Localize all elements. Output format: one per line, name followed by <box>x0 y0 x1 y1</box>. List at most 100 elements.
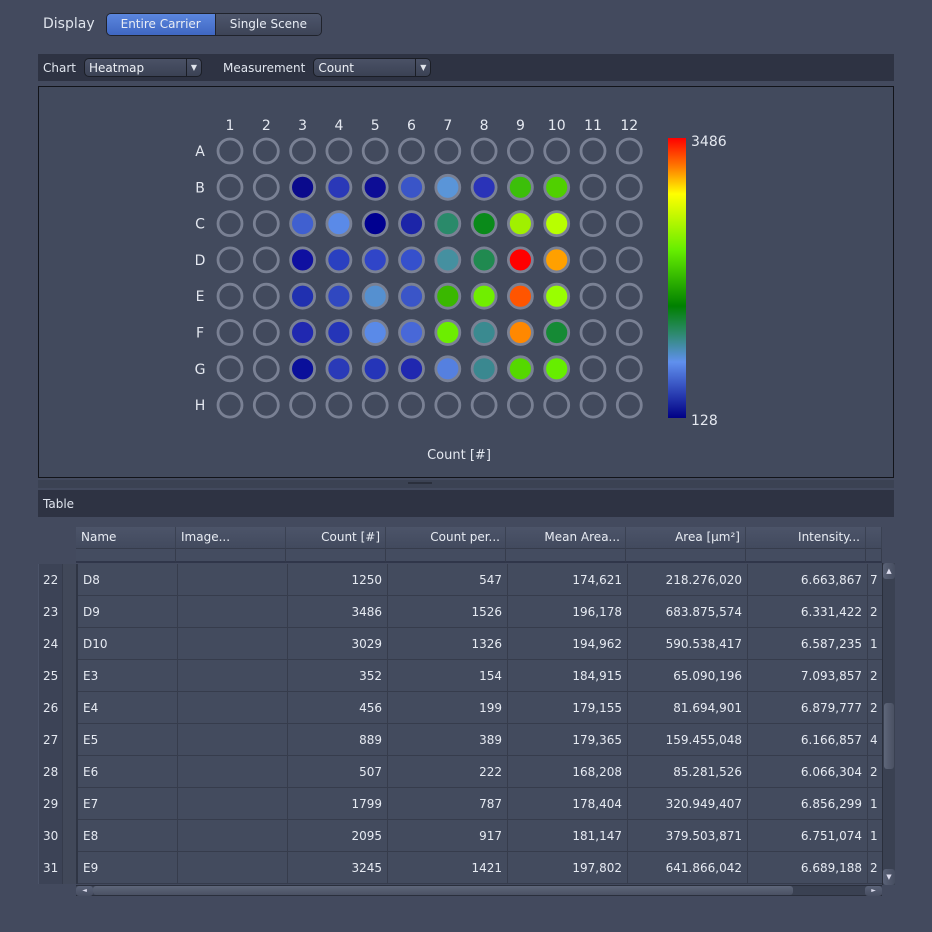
well-G1[interactable] <box>216 355 244 383</box>
well-C8[interactable] <box>470 210 498 238</box>
well-E5[interactable] <box>361 282 389 310</box>
well-E11[interactable] <box>579 282 607 310</box>
well-F7[interactable] <box>434 319 462 346</box>
row-selector[interactable] <box>62 692 78 724</box>
row-number[interactable]: 30 <box>38 820 62 852</box>
well-B1[interactable] <box>216 173 244 201</box>
well-F10[interactable] <box>543 319 571 346</box>
well-F12[interactable] <box>615 319 643 346</box>
table-row[interactable]: 30 E8 2095 917 181,147 379.503,871 6.751,074 1 <box>38 820 884 852</box>
column-header[interactable]: Name <box>76 527 176 549</box>
well-B8[interactable] <box>470 173 498 201</box>
column-filter-cell[interactable] <box>386 549 506 563</box>
row-number[interactable]: 23 <box>38 596 62 628</box>
well-G4[interactable] <box>325 355 353 383</box>
well-C12[interactable] <box>615 210 643 238</box>
well-A4[interactable] <box>325 137 353 165</box>
table-row[interactable]: 29 E7 1799 787 178,404 320.949,407 6.856,299 1 <box>38 788 884 820</box>
well-H9[interactable] <box>506 391 534 419</box>
well-E8[interactable] <box>470 282 498 310</box>
row-number[interactable]: 29 <box>38 788 62 820</box>
column-filter-cell[interactable] <box>626 549 746 563</box>
well-C6[interactable] <box>398 210 425 238</box>
well-D6[interactable] <box>398 246 425 274</box>
table-row[interactable]: 25 E3 352 154 184,915 65.090,196 7.093,857 2 <box>38 660 884 692</box>
well-B10[interactable] <box>543 173 571 201</box>
well-H12[interactable] <box>615 391 643 419</box>
well-E1[interactable] <box>216 282 244 310</box>
well-H10[interactable] <box>543 391 571 419</box>
row-selector[interactable] <box>62 564 78 596</box>
column-header[interactable]: Count per... <box>386 527 506 549</box>
column-header[interactable]: Intensity... <box>746 527 866 549</box>
well-A5[interactable] <box>361 137 389 165</box>
row-number[interactable]: 31 <box>38 852 62 884</box>
chevron-down-icon[interactable]: ▼ <box>415 59 430 76</box>
well-H2[interactable] <box>252 391 280 419</box>
table-row[interactable]: 23 D9 3486 1526 196,178 683.875,574 6.331,422 2 <box>38 596 884 628</box>
well-D9[interactable] <box>506 246 534 274</box>
well-G10[interactable] <box>543 355 571 383</box>
column-header[interactable]: Mean Area... <box>506 527 626 549</box>
row-number[interactable]: 24 <box>38 628 62 660</box>
well-B3[interactable] <box>289 173 317 201</box>
well-G9[interactable] <box>506 355 534 383</box>
well-C9[interactable] <box>506 210 534 238</box>
well-C10[interactable] <box>543 210 571 238</box>
well-F3[interactable] <box>289 319 317 346</box>
panel-splitter[interactable] <box>38 480 894 488</box>
row-selector[interactable] <box>62 820 78 852</box>
table-row[interactable]: 26 E4 456 199 179,155 81.694,901 6.879,777 2 <box>38 692 884 724</box>
well-D2[interactable] <box>252 246 280 274</box>
well-B9[interactable] <box>506 173 534 201</box>
well-D4[interactable] <box>325 246 353 274</box>
measurement-dropdown[interactable]: Count ▼ <box>313 58 432 77</box>
well-A1[interactable] <box>216 137 244 165</box>
well-H11[interactable] <box>579 391 607 419</box>
well-A11[interactable] <box>579 137 607 165</box>
well-H3[interactable] <box>289 391 317 419</box>
well-D7[interactable] <box>434 246 462 274</box>
row-number[interactable]: 22 <box>38 564 62 596</box>
well-G8[interactable] <box>470 355 498 383</box>
well-E12[interactable] <box>615 282 643 310</box>
well-G2[interactable] <box>252 355 280 383</box>
well-F8[interactable] <box>470 319 498 346</box>
splitter-grip[interactable] <box>408 482 432 484</box>
scroll-up-icon[interactable]: ▲ <box>883 563 895 579</box>
well-C4[interactable] <box>325 210 353 238</box>
scroll-down-icon[interactable]: ▼ <box>883 869 895 885</box>
well-E7[interactable] <box>434 282 462 310</box>
column-header[interactable]: Area [µm²] <box>626 527 746 549</box>
well-C5[interactable] <box>361 210 389 238</box>
well-G3[interactable] <box>289 355 317 383</box>
well-D3[interactable] <box>289 246 317 274</box>
table-row[interactable]: 31 E9 3245 1421 197,802 641.866,042 6.689,188 2 <box>38 852 884 884</box>
well-F2[interactable] <box>252 319 280 346</box>
well-C7[interactable] <box>434 210 462 238</box>
well-A12[interactable] <box>615 137 643 165</box>
scroll-left-icon[interactable]: ◄ <box>76 886 93 896</box>
well-G7[interactable] <box>434 355 462 383</box>
well-A6[interactable] <box>398 137 425 165</box>
well-E2[interactable] <box>252 282 280 310</box>
column-filter-cell[interactable] <box>506 549 626 563</box>
well-C3[interactable] <box>289 210 317 238</box>
well-A7[interactable] <box>434 137 462 165</box>
well-C11[interactable] <box>579 210 607 238</box>
well-F5[interactable] <box>361 319 389 346</box>
well-D8[interactable] <box>470 246 498 274</box>
well-E9[interactable] <box>506 282 534 310</box>
table-row[interactable]: 22 D8 1250 547 174,621 218.276,020 6.663,867 7 <box>38 564 884 596</box>
row-selector[interactable] <box>62 596 78 628</box>
row-number[interactable]: 27 <box>38 724 62 756</box>
well-H4[interactable] <box>325 391 353 419</box>
column-filter-cell[interactable] <box>76 549 176 563</box>
column-header[interactable]: Count [#] <box>286 527 386 549</box>
well-H7[interactable] <box>434 391 462 419</box>
well-A9[interactable] <box>506 137 534 165</box>
well-D11[interactable] <box>579 246 607 274</box>
well-A10[interactable] <box>543 137 571 165</box>
row-number[interactable]: 28 <box>38 756 62 788</box>
well-E4[interactable] <box>325 282 353 310</box>
